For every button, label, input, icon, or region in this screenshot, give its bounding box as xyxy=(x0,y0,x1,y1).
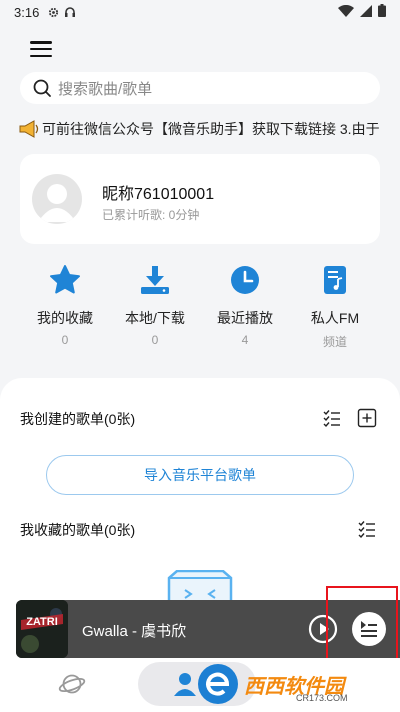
person-icon xyxy=(174,673,196,696)
battery-icon xyxy=(378,4,386,20)
search-icon xyxy=(33,79,51,97)
search-input[interactable]: 搜索歌曲/歌单 xyxy=(20,72,380,104)
watermark-e-icon xyxy=(198,664,238,704)
quick-label: 最近播放 xyxy=(217,310,273,326)
music-doc-icon xyxy=(324,266,346,294)
collected-playlists-title: 我收藏的歌单(0张) xyxy=(20,522,136,538)
clock-icon xyxy=(231,266,259,294)
status-time: 3:16 xyxy=(14,4,40,20)
cover-text: ZATRI xyxy=(26,616,58,628)
quick-count: 0 xyxy=(151,333,159,347)
quick-count: 4 xyxy=(241,333,249,347)
nickname: 昵称761010001 xyxy=(102,186,215,203)
quick-actions: 我的收藏 0 本地/下载 0 最近播放 4 私人FM 频道 xyxy=(0,260,400,350)
watermark-url: CR173.COM xyxy=(296,693,348,703)
add-playlist-icon[interactable] xyxy=(357,408,377,428)
notice-marquee: 可前往微信公众号【微音乐助手】获取下载链接 3.由于 xyxy=(18,118,390,140)
download-icon xyxy=(141,266,169,294)
settings-gear-icon xyxy=(47,6,59,18)
quick-favorites[interactable]: 我的收藏 0 xyxy=(20,260,110,347)
planet-icon[interactable] xyxy=(58,670,86,698)
megaphone-icon xyxy=(19,120,39,138)
album-cover[interactable]: ZATRI xyxy=(16,600,68,658)
signal-icon xyxy=(360,4,372,20)
notice-text: 可前往微信公众号【微音乐助手】获取下载链接 3.由于 xyxy=(42,121,380,137)
quick-label: 本地/下载 xyxy=(125,310,185,326)
quick-recent[interactable]: 最近播放 4 xyxy=(200,260,290,347)
quick-local-download[interactable]: 本地/下载 0 xyxy=(110,260,200,347)
avatar[interactable] xyxy=(32,174,82,224)
watermark-logo: 西西软件园 xyxy=(196,660,386,708)
collected-manage-icon[interactable] xyxy=(357,519,377,539)
quick-count: 0 xyxy=(61,333,69,347)
import-playlist-button[interactable]: 导入音乐平台歌单 xyxy=(46,455,354,495)
quick-label: 私人FM xyxy=(310,310,360,326)
listen-time: 已累计听歌: 0分钟 xyxy=(102,208,200,222)
quick-private-fm[interactable]: 私人FM 频道 xyxy=(290,260,380,350)
search-placeholder: 搜索歌曲/歌单 xyxy=(58,80,153,98)
profile-card[interactable]: 昵称761010001 已累计听歌: 0分钟 xyxy=(20,154,380,244)
quick-label: 我的收藏 xyxy=(37,310,93,326)
created-playlists-title: 我创建的歌单(0张) xyxy=(20,411,136,427)
wifi-icon xyxy=(338,4,354,20)
playlist-manage-icon[interactable] xyxy=(322,408,342,428)
star-icon xyxy=(50,265,80,294)
song-title: Gwalla - 虞书欣 xyxy=(82,623,187,640)
quick-sub: 频道 xyxy=(322,335,347,349)
status-bar: 3:16 xyxy=(0,0,400,24)
headphones-icon xyxy=(64,6,76,18)
menu-hamburger-icon[interactable] xyxy=(28,38,54,60)
